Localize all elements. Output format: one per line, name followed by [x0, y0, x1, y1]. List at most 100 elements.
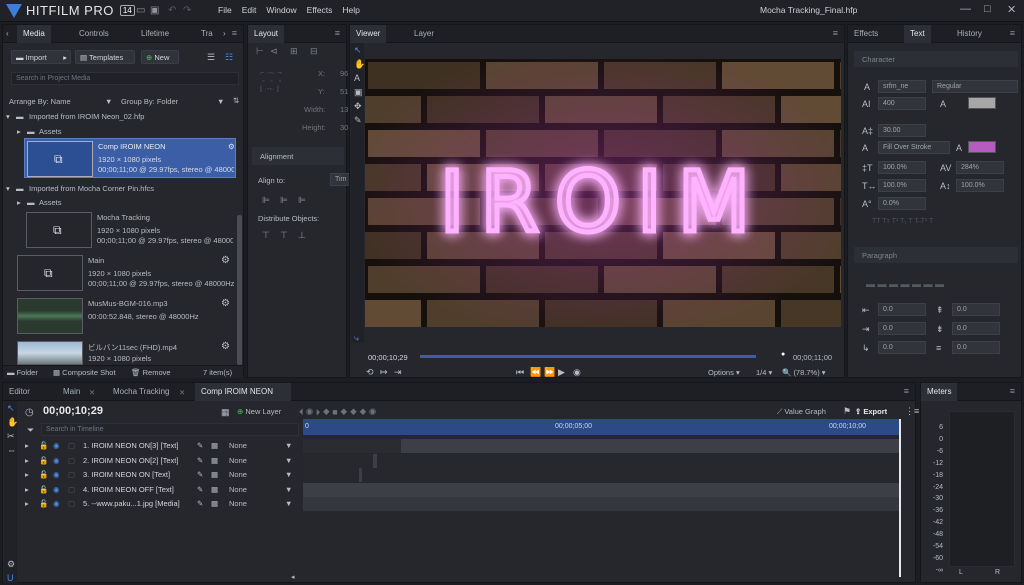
horizontal-scale-input[interactable]: 100.0% [878, 179, 926, 192]
panel-menu-icon[interactable]: ≡ [1010, 386, 1015, 396]
tab-mocha-tracking[interactable]: Mocha Tracking [107, 383, 175, 401]
height-value[interactable]: 30 [340, 123, 348, 132]
settings-gear-icon[interactable]: ⚙ [221, 298, 230, 309]
baseline-scale-input[interactable]: 100.0% [956, 179, 1004, 192]
align-right-icon[interactable]: ⊫ [298, 195, 306, 206]
tab-comp-iroim-neon[interactable]: Comp IROIM NEON [195, 383, 291, 401]
edit-pen-icon[interactable]: ✎ [197, 470, 203, 479]
layer-name[interactable]: 3. IROIM NEON ON [Text] [83, 470, 170, 479]
edit-pen-icon[interactable]: ✎ [197, 499, 203, 508]
group-label[interactable]: Imported from Mocha Corner Pin.hfcs [29, 184, 154, 193]
paragraph-align-buttons[interactable]: ▬ ▬ ▬ ▬ ▬ ▬ ▬ [866, 279, 944, 289]
grid-icon[interactable]: ⊟ [310, 46, 318, 57]
close-tab-icon[interactable]: ✕ [179, 388, 185, 397]
loop-icon[interactable]: ⟲ [366, 367, 374, 378]
align-left-icon[interactable]: ⊢ [256, 46, 264, 57]
track-clip[interactable] [401, 439, 899, 453]
new-folder-button[interactable]: ▬ Folder [7, 368, 38, 377]
minimize-icon[interactable]: — [960, 3, 971, 15]
media-item-video[interactable]: ビルバン11sec (FHD).mp4 1920 × 1080 pixels ⚙ [15, 339, 239, 365]
visibility-eye-icon[interactable]: ◉ [53, 456, 60, 465]
track-clip[interactable] [303, 497, 899, 511]
detail-view-icon[interactable]: ☷ [225, 52, 233, 63]
media-search-input[interactable]: Search in Project Media [11, 72, 239, 85]
leading-input[interactable]: 30.00 [878, 124, 926, 137]
sort-icon[interactable]: ⇅ [233, 96, 239, 105]
menu-edit[interactable]: Edit [242, 5, 257, 15]
x-value[interactable]: 96 [340, 69, 348, 78]
track-clip[interactable] [359, 468, 362, 482]
blend-mode-select[interactable]: None [229, 441, 247, 450]
align-to-select[interactable]: Tim [330, 173, 350, 186]
redo-icon[interactable]: ↷ [183, 5, 191, 16]
blend-mode-select[interactable]: None [229, 456, 247, 465]
tab-effects[interactable]: Effects [848, 25, 884, 43]
track-clip[interactable] [373, 454, 377, 468]
blend-checker-icon[interactable]: ▦ [211, 456, 218, 465]
export-button[interactable]: ⇪ Export [855, 407, 887, 416]
import-dropdown-icon[interactable]: ▸ [63, 51, 67, 65]
layer-name[interactable]: 5. --www.paku...1.jpg [Media] [83, 499, 180, 508]
blend-checker-icon[interactable]: ▦ [211, 485, 218, 494]
media-item-audio[interactable]: MusMus-BGM-016.mp3 00:00:52.848, stereo … [15, 296, 239, 336]
tracking-input[interactable]: 284% [956, 161, 1004, 174]
blend-dropdown-icon[interactable]: ▼ [285, 441, 292, 450]
new-layer-button[interactable]: ⊕ New Layer [237, 407, 281, 416]
arrange-dropdown-icon[interactable]: ▼ [105, 97, 112, 106]
zoom-slider-icon[interactable]: ◂ [291, 573, 295, 581]
blend-dropdown-icon[interactable]: ▼ [285, 470, 292, 479]
solo-checkbox[interactable]: ▢ [68, 499, 75, 508]
composite-shot-button[interactable]: ▦ Composite Shot [53, 368, 116, 377]
maximize-icon[interactable]: □ [984, 3, 991, 15]
solo-checkbox[interactable]: ▢ [68, 456, 75, 465]
step-back-icon[interactable]: ⏪ [530, 367, 541, 378]
tab-main[interactable]: Main [57, 383, 86, 401]
menu-file[interactable]: File [218, 5, 232, 15]
save-icon[interactable]: ▣ [150, 5, 159, 16]
tab-editor[interactable]: Editor [3, 383, 36, 401]
fill-mode-select[interactable]: Fill Over Stroke [878, 141, 950, 154]
group-by-select[interactable]: Group By: Folder [121, 97, 178, 106]
tab-viewer[interactable]: Viewer [350, 25, 387, 43]
tab-history[interactable]: History [951, 25, 988, 43]
visibility-eye-icon[interactable]: ◉ [53, 499, 60, 508]
templates-button[interactable]: ▤ Templates [75, 50, 135, 64]
tab-meters[interactable]: Meters [921, 383, 958, 401]
media-item-comp-iroim-neon[interactable]: ⧉ Comp IROIM NEON 1920 × 1080 pixels 00;… [24, 138, 236, 178]
value-graph-button[interactable]: ⟋ Value Graph [777, 407, 826, 417]
solo-checkbox[interactable]: ▢ [68, 441, 75, 450]
zoom-dropdown[interactable]: 🔍 (78.7%) ▾ [782, 368, 826, 377]
timeline-timecode[interactable]: 00;00;10;29 [43, 405, 103, 417]
collapse-icon[interactable]: ▾ [6, 112, 10, 121]
visibility-eye-icon[interactable]: ◉ [53, 441, 60, 450]
text-tool-icon[interactable]: A [354, 73, 360, 83]
settings-gear-icon[interactable]: ⚙ [228, 142, 235, 151]
tab-scroll-left-icon[interactable]: ‹ [3, 25, 15, 43]
vertical-scale-input[interactable]: 100.0% [878, 161, 926, 174]
media-scrollbar[interactable] [237, 215, 242, 365]
list-view-icon[interactable]: ☰ [207, 52, 215, 63]
distribute-bottom-icon[interactable]: ⊥ [298, 230, 306, 241]
blend-mode-select[interactable]: None [229, 499, 247, 508]
blend-checker-icon[interactable]: ▦ [211, 441, 218, 450]
timeline-layer-row[interactable]: ▸ 🔓 ◉ ▢ 4. IROIM NEON OFF [Text] ✎ ▦ None ▼ [3, 483, 301, 497]
new-button[interactable]: ⊕ New [141, 50, 179, 64]
mask-tool-icon[interactable]: ▣ [354, 87, 363, 98]
panel-menu-icon[interactable]: ≡ [904, 386, 909, 396]
tab-media[interactable]: Media [17, 25, 51, 43]
collapse-icon[interactable]: ▾ [6, 184, 10, 193]
open-folder-icon[interactable]: ▭ [136, 5, 145, 16]
tab-scroll-right-icon[interactable]: › [221, 25, 228, 43]
text-style-buttons[interactable]: TT Tт T¹ T₁ T T̶ T² T [872, 218, 933, 225]
track-clip[interactable] [303, 483, 899, 497]
record-icon[interactable]: ◉ [573, 367, 581, 378]
blend-dropdown-icon[interactable]: ▼ [285, 499, 292, 508]
layer-name[interactable]: 4. IROIM NEON OFF [Text] [83, 485, 174, 494]
layer-name[interactable]: 2. IROIM NEON ON[2] [Text] [83, 456, 178, 465]
expand-layer-icon[interactable]: ▸ [25, 470, 29, 479]
y-value[interactable]: 51 [340, 87, 348, 96]
expand-icon[interactable]: ▸ [17, 127, 21, 136]
skip-start-icon[interactable]: ⏮ [516, 367, 524, 378]
viewer-canvas[interactable]: IROIM [365, 59, 841, 327]
step-forward-icon[interactable]: ⏩ [544, 367, 555, 378]
